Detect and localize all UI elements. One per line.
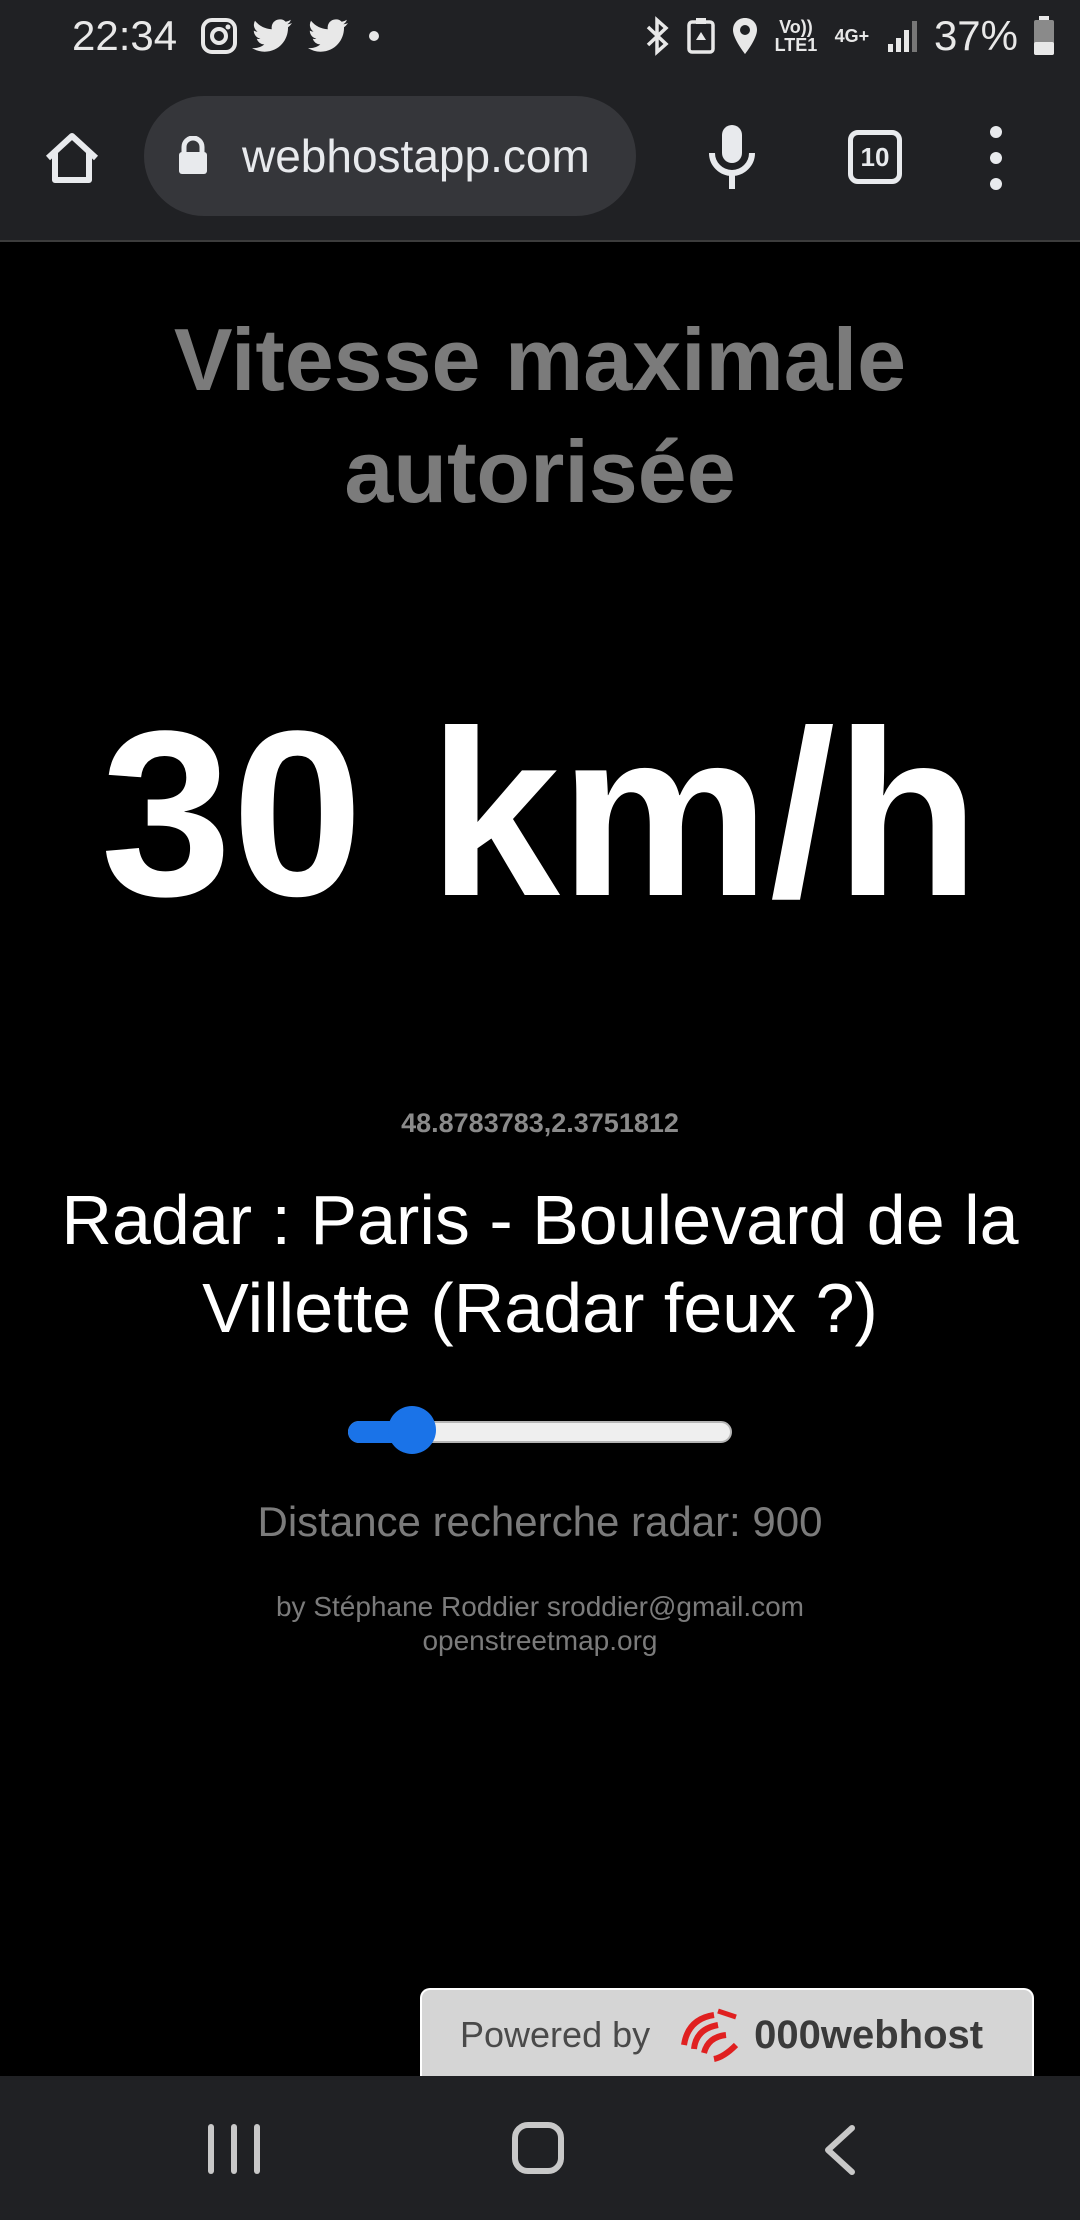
location-icon — [730, 16, 760, 56]
home-icon — [45, 133, 99, 183]
author-credit: by Stéphane Roddier sroddier@gmail.com — [275, 1591, 805, 1622]
home-button[interactable] — [36, 122, 108, 194]
network-4g-icon: 4G+ — [834, 26, 870, 46]
powered-by-label: Powered by — [460, 2014, 651, 2055]
address-bar[interactable]: webhostapp.com — [144, 96, 636, 216]
gps-coordinates: 48.8783783,2.3751812 — [401, 1108, 679, 1138]
voice-search-button[interactable] — [696, 118, 768, 198]
battery-percentage: 37% — [933, 12, 1018, 59]
twitter-icon — [308, 18, 350, 54]
browser-toolbar: webhostapp.com 10 — [0, 72, 1080, 242]
menu-dot — [990, 178, 1002, 190]
system-navigation-bar — [0, 2076, 1080, 2220]
nav-home-button[interactable] — [512, 2122, 564, 2174]
credits: by Stéphane Roddier sroddier@gmail.com o… — [0, 1590, 1080, 1658]
overflow-menu-button[interactable] — [970, 126, 1022, 190]
distance-label: Distance recherche radar: 900 — [257, 1498, 823, 1545]
menu-dot — [990, 152, 1002, 164]
volte-icon: Vo)) LTE1 — [774, 17, 818, 55]
lock-icon — [176, 136, 212, 176]
instagram-icon — [200, 17, 238, 55]
speed-limit-value: 30 km/h — [100, 682, 980, 946]
web-page: Vitesse maximale autorisée 30 km/h 48.87… — [0, 244, 1080, 2080]
back-chevron-icon — [825, 2125, 855, 2175]
menu-dot — [990, 126, 1002, 138]
tab-switcher-button[interactable]: 10 — [848, 130, 902, 184]
url-text: webhostapp.com — [242, 130, 590, 182]
recents-bar — [254, 2124, 260, 2174]
openstreetmap-link[interactable]: openstreetmap.org — [0, 1624, 1080, 1658]
dot-icon — [364, 26, 384, 46]
000webhost-logo-icon — [674, 2005, 746, 2065]
status-bar: 22:34 Vo)) LTE1 4G+ 37% — [0, 0, 1080, 72]
notification-icons — [200, 14, 384, 58]
system-icons: Vo)) LTE1 4G+ 37% — [642, 10, 1056, 62]
signal-icon — [886, 18, 920, 54]
microphone-icon — [709, 125, 755, 189]
radar-name: Radar : Paris - Boulevard de la Villette… — [61, 1181, 1019, 1347]
recent-apps-button[interactable] — [208, 2124, 260, 2174]
nfc-icon — [686, 16, 716, 56]
nav-back-button[interactable] — [820, 2124, 860, 2176]
page-title: Vitesse maximale autorisée — [173, 310, 907, 521]
bluetooth-icon — [642, 16, 672, 56]
recents-bar — [231, 2124, 237, 2174]
slider-thumb[interactable] — [388, 1406, 437, 1454]
twitter-icon — [252, 18, 294, 54]
recents-bar — [208, 2124, 214, 2174]
status-time: 22:34 — [72, 12, 178, 59]
powered-by-banner[interactable]: Powered by 000webhost — [420, 1988, 1034, 2080]
radar-distance-slider[interactable] — [348, 1404, 732, 1458]
powered-by-brand: 000webhost — [754, 2012, 984, 2057]
battery-icon — [1032, 15, 1056, 57]
